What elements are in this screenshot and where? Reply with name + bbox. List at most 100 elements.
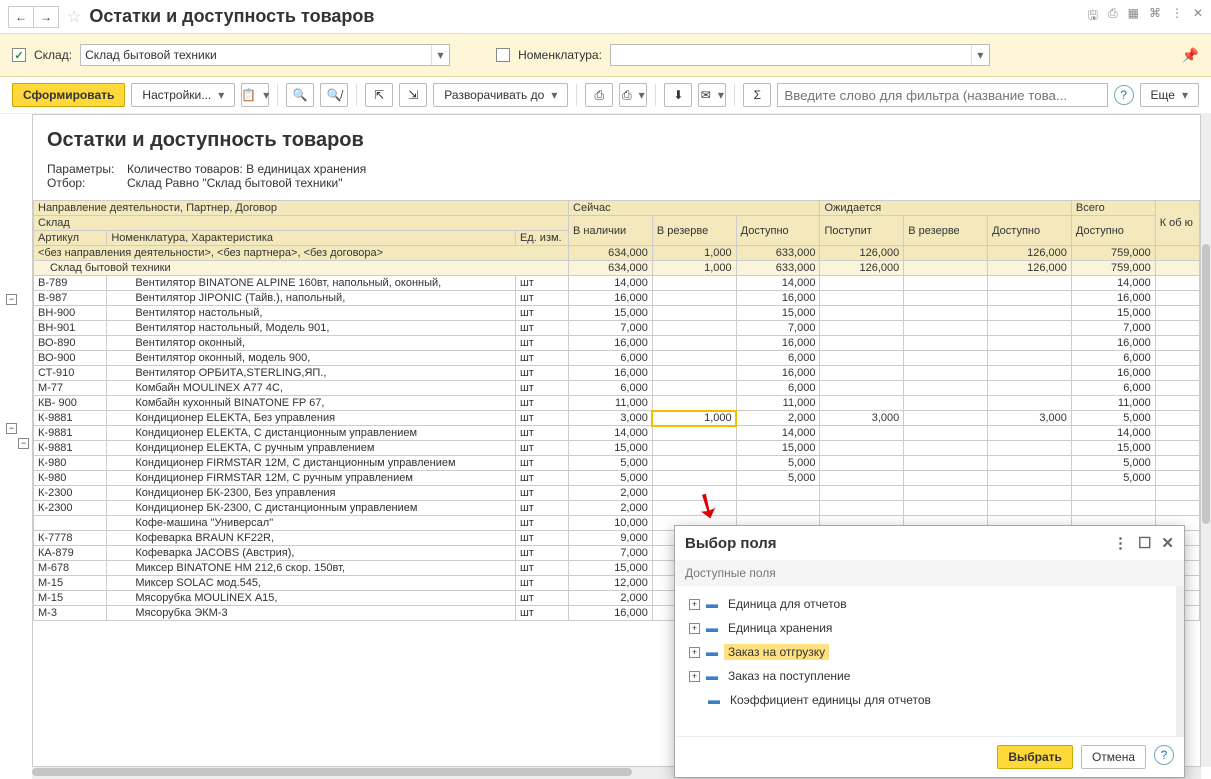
table-row[interactable]: В-789Вентилятор BINATONE ALPINE 160вт, н… (34, 276, 1200, 291)
forward-button[interactable]: → (33, 6, 59, 28)
table-cell[interactable]: 16,000 (1071, 366, 1155, 381)
table-cell[interactable]: 7,000 (569, 546, 653, 561)
expand-icon[interactable]: + (689, 599, 700, 610)
table-cell[interactable]: 5,000 (736, 471, 820, 486)
table-cell[interactable] (652, 366, 736, 381)
table-cell[interactable]: 5,000 (569, 456, 653, 471)
table-cell[interactable]: 3,000 (988, 411, 1072, 426)
print-menu-button[interactable]: ⎙ (619, 83, 647, 107)
dialog-more-icon[interactable]: ⋮ (1113, 534, 1128, 552)
table-cell[interactable] (1071, 486, 1155, 501)
sum-button[interactable]: Σ (743, 83, 771, 107)
table-cell[interactable] (652, 396, 736, 411)
tree-item[interactable]: + ▬ Заказ на поступление (675, 664, 1176, 688)
table-cell[interactable]: 15,000 (1071, 306, 1155, 321)
table-cell[interactable]: 3,000 (569, 411, 653, 426)
table-cell[interactable] (820, 501, 904, 516)
pin-icon[interactable]: 📌 (1182, 47, 1199, 64)
table-cell[interactable]: 126,000 (988, 261, 1072, 276)
table-cell[interactable]: 6,000 (1071, 351, 1155, 366)
table-cell[interactable]: 2,000 (569, 501, 653, 516)
table-cell[interactable] (904, 426, 988, 441)
table-cell[interactable] (820, 471, 904, 486)
table-cell[interactable] (820, 306, 904, 321)
table-cell[interactable] (820, 396, 904, 411)
table-cell[interactable] (988, 381, 1072, 396)
table-cell[interactable]: 633,000 (736, 246, 820, 261)
table-cell[interactable] (820, 291, 904, 306)
expand-icon[interactable]: + (689, 671, 700, 682)
chevron-down-icon[interactable]: ▾ (431, 45, 449, 65)
table-row[interactable]: М-77Комбайн MOULINEX А77 4С,шт6,0006,000… (34, 381, 1200, 396)
table-cell[interactable] (904, 291, 988, 306)
table-cell[interactable]: 5,000 (1071, 471, 1155, 486)
table-cell[interactable]: 126,000 (988, 246, 1072, 261)
table-cell[interactable]: 15,000 (569, 441, 653, 456)
table-row[interactable]: Склад бытовой техники634,0001,000633,000… (34, 261, 1200, 276)
table-cell[interactable] (988, 471, 1072, 486)
table-cell[interactable] (904, 246, 988, 261)
dialog-maximize-icon[interactable]: ☐ (1138, 534, 1151, 552)
collapse-group-0[interactable]: − (6, 423, 17, 434)
table-cell[interactable] (904, 486, 988, 501)
more-icon[interactable]: ⋮ (1171, 6, 1183, 27)
table-cell[interactable]: 14,000 (1071, 426, 1155, 441)
table-cell[interactable] (904, 381, 988, 396)
table-cell[interactable]: 1,000 (652, 261, 736, 276)
table-cell[interactable] (988, 501, 1072, 516)
table-cell[interactable] (988, 291, 1072, 306)
tree-item[interactable]: + ▬ Заказ на отгрузку (675, 640, 1176, 664)
table-cell[interactable]: 16,000 (736, 366, 820, 381)
table-cell[interactable]: 15,000 (569, 306, 653, 321)
table-cell[interactable]: 10,000 (569, 516, 653, 531)
expand-icon[interactable]: + (689, 623, 700, 634)
table-row[interactable]: К-2300Кондиционер БК-2300, Без управлени… (34, 486, 1200, 501)
more-button[interactable]: Еще (1140, 83, 1199, 107)
table-cell[interactable] (820, 321, 904, 336)
table-cell[interactable] (988, 486, 1072, 501)
print-button[interactable]: ⎙ (585, 83, 613, 107)
table-cell[interactable] (904, 351, 988, 366)
table-cell[interactable]: 14,000 (736, 426, 820, 441)
table-cell[interactable] (904, 336, 988, 351)
form-button[interactable]: Сформировать (12, 83, 125, 107)
table-cell[interactable]: 5,000 (736, 456, 820, 471)
table-cell[interactable] (904, 396, 988, 411)
table-row[interactable]: К-9881Кондиционер ELEKTA, С ручным управ… (34, 441, 1200, 456)
table-cell[interactable]: 11,000 (569, 396, 653, 411)
table-cell[interactable]: 6,000 (569, 381, 653, 396)
table-row[interactable]: К-980Кондиционер FIRMSTAR 12M, С дистанц… (34, 456, 1200, 471)
table-cell[interactable] (820, 336, 904, 351)
table-row[interactable]: К-9881Кондиционер ELEKTA, С дистанционны… (34, 426, 1200, 441)
table-cell[interactable] (820, 456, 904, 471)
table-cell[interactable] (904, 276, 988, 291)
table-cell[interactable] (736, 501, 820, 516)
table-cell[interactable] (904, 471, 988, 486)
table-cell[interactable] (904, 501, 988, 516)
chevron-down-icon[interactable]: ▾ (971, 45, 989, 65)
table-cell[interactable] (652, 381, 736, 396)
find-button[interactable]: 🔍 (286, 83, 314, 107)
sklad-checkbox[interactable] (12, 48, 26, 62)
table-cell[interactable]: 7,000 (736, 321, 820, 336)
table-cell[interactable] (652, 426, 736, 441)
table-cell[interactable] (904, 306, 988, 321)
table-cell[interactable] (988, 441, 1072, 456)
table-cell[interactable]: 634,000 (569, 246, 653, 261)
favorite-icon[interactable]: ☆ (67, 7, 81, 27)
table-cell[interactable]: 14,000 (569, 426, 653, 441)
table-cell[interactable]: 5,000 (1071, 411, 1155, 426)
table-cell[interactable]: 16,000 (736, 336, 820, 351)
select-button[interactable]: Выбрать (997, 745, 1073, 769)
table-cell[interactable] (820, 381, 904, 396)
table-cell[interactable]: 7,000 (569, 321, 653, 336)
table-cell[interactable]: 634,000 (569, 261, 653, 276)
table-row[interactable]: ВН-900Вентилятор настольный,шт15,00015,0… (34, 306, 1200, 321)
table-cell[interactable] (820, 276, 904, 291)
table-cell[interactable] (904, 441, 988, 456)
table-cell[interactable] (652, 501, 736, 516)
table-cell[interactable] (988, 456, 1072, 471)
table-cell[interactable]: 14,000 (736, 276, 820, 291)
send-button[interactable]: ✉ (698, 83, 726, 107)
table-row[interactable]: СТ-910Вентилятор ОРБИТА,STERLING,ЯП.,шт1… (34, 366, 1200, 381)
